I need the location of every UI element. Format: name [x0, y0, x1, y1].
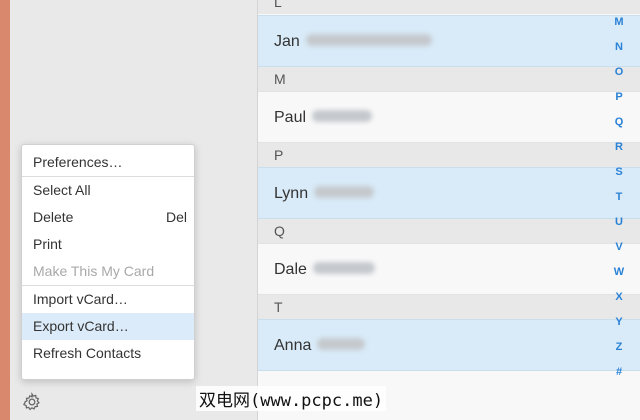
menu-item-import-vcard[interactable]: Import vCard…	[22, 286, 194, 313]
contact-first-name: Anna	[274, 337, 312, 354]
section-header: L	[258, 0, 640, 14]
redacted-surname	[314, 185, 375, 198]
section-letter: M	[274, 71, 286, 87]
settings-menu: Preferences… Select All Delete Del Print …	[21, 144, 195, 380]
redacted-surname	[305, 33, 432, 46]
menu-item-export-vcard[interactable]: Export vCard…	[22, 313, 194, 340]
section-header: M	[258, 67, 640, 91]
contact-first-name: Jan	[274, 33, 300, 50]
index-letter-o[interactable]: O	[606, 60, 632, 85]
menu-item-label: Import vCard…	[33, 291, 128, 307]
contact-row[interactable]: Anna	[258, 319, 640, 371]
contact-row[interactable]: Paul	[258, 91, 640, 143]
menu-item-preferences[interactable]: Preferences…	[22, 149, 194, 176]
menu-item-delete[interactable]: Delete Del	[22, 204, 194, 231]
contact-first-name: Dale	[274, 261, 307, 278]
menu-item-make-my-card: Make This My Card	[22, 258, 194, 285]
index-letter-q[interactable]: Q	[606, 110, 632, 135]
section-header: P	[258, 143, 640, 167]
index-letter-s[interactable]: S	[606, 160, 632, 185]
contact-first-name: Lynn	[274, 185, 309, 202]
menu-item-label: Refresh Contacts	[33, 345, 142, 361]
redacted-surname	[317, 337, 366, 350]
redacted-surname	[312, 109, 373, 122]
section-letter: P	[274, 147, 284, 163]
index-letter-t[interactable]: T	[606, 185, 632, 210]
watermark: 双电网(www.pcpc.me)	[196, 386, 387, 411]
menu-item-label: Export vCard…	[33, 318, 129, 334]
contact-first-name: Paul	[274, 109, 307, 126]
contact-row[interactable]: Jan	[258, 15, 640, 67]
menu-item-label: Make This My Card	[33, 263, 155, 279]
index-letter-w[interactable]: W	[606, 260, 632, 285]
section-letter: T	[274, 299, 283, 315]
menu-item-label: Delete	[33, 209, 74, 225]
index-letter-y[interactable]: Y	[606, 310, 632, 335]
section-header: T	[258, 295, 640, 319]
index-letter-hash[interactable]: #	[606, 360, 632, 385]
menu-item-label: Select All	[33, 182, 91, 198]
menu-item-label: Preferences…	[33, 154, 123, 170]
menu-item-label: Print	[33, 236, 62, 252]
index-letter-z[interactable]: Z	[606, 335, 632, 360]
index-letter-x[interactable]: X	[606, 285, 632, 310]
section-letter: Q	[274, 223, 285, 239]
alphabet-index: M N O P Q R S T U V W X Y Z #	[606, 10, 632, 385]
menu-item-select-all[interactable]: Select All	[22, 177, 194, 204]
menu-item-print[interactable]: Print	[22, 231, 194, 258]
menu-item-shortcut: Del	[165, 209, 187, 225]
section-header: Q	[258, 219, 640, 243]
settings-button[interactable]	[20, 390, 44, 414]
index-letter-n[interactable]: N	[606, 35, 632, 60]
index-letter-r[interactable]: R	[606, 135, 632, 160]
section-letter: L	[274, 0, 282, 10]
index-letter-v[interactable]: V	[606, 235, 632, 260]
contacts-list: L Jan M Paul P Lynn Q Dale T Anna	[258, 0, 640, 420]
index-letter-m[interactable]: M	[606, 10, 632, 35]
index-letter-u[interactable]: U	[606, 210, 632, 235]
index-letter-p[interactable]: P	[606, 85, 632, 110]
contact-row[interactable]: Lynn	[258, 167, 640, 219]
gear-icon	[23, 392, 40, 411]
accent-strip	[0, 0, 10, 420]
contact-row[interactable]: Dale	[258, 243, 640, 295]
menu-item-refresh-contacts[interactable]: Refresh Contacts	[22, 340, 194, 367]
redacted-surname	[312, 261, 375, 274]
